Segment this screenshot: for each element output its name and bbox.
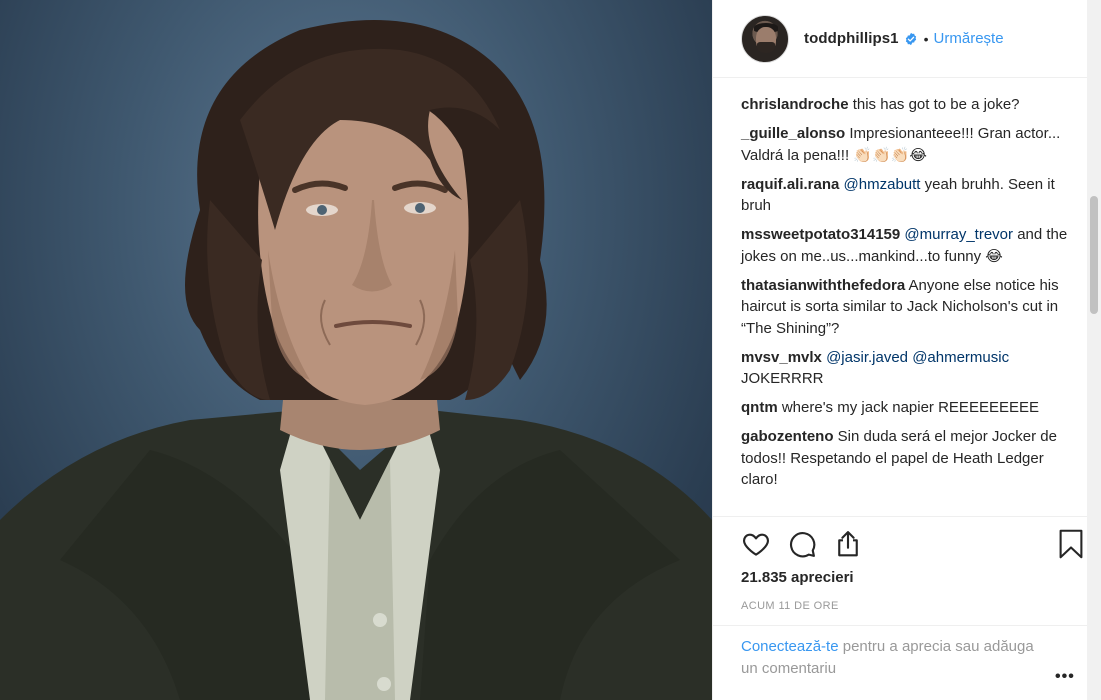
comment-username[interactable]: mssweetpotato314159 [741,226,900,243]
comment-mention[interactable]: @hmzabutt [844,176,921,193]
comment-item: chrislandroche this has got to be a joke… [741,94,1071,116]
comment-username[interactable]: mvsv_mvlx [741,349,822,366]
comment-button[interactable] [785,527,819,561]
comment-text: where's my jack napier REEEEEEEEE [781,399,1039,416]
actions-section: 21.835 aprecieri ACUM 11 DE ORE Conectea… [713,516,1101,700]
comment-item: _guille_alonso Impresionanteee!!! Gran a… [741,123,1071,166]
comment-item: gabozenteno Sin duda será el mejor Jocke… [741,426,1071,491]
comment-mention[interactable]: @ahmermusic [912,349,1009,366]
post-timestamp[interactable]: ACUM 11 DE ORE [741,600,839,612]
comment-item: mvsv_mvlx @jasir.javed @ahmermusic JOKER… [741,347,1071,390]
comment-username[interactable]: gabozenteno [741,428,834,445]
avatar[interactable] [741,14,789,63]
comment-item: qntm where's my jack napier REEEEEEEEE [741,397,1071,419]
post-side-panel: toddphillips1 • Urmărește chrislandroche… [712,0,1101,700]
comments-list: chrislandroche this has got to be a joke… [741,94,1071,498]
post-photo[interactable] [0,0,712,700]
comment-username[interactable]: raquif.ali.rana [741,176,839,193]
like-button[interactable] [739,527,773,561]
separator-dot: • [923,30,929,47]
more-options-icon[interactable]: ••• [1055,668,1075,686]
login-prompt: Conectează-te pentru a aprecia sau adăug… [713,625,1101,700]
comment-mention[interactable]: @murray_trevor [904,226,1013,243]
comment-username[interactable]: chrislandroche [741,96,849,113]
portrait-illustration [0,20,712,700]
comment-item: mssweetpotato314159 @murray_trevor and t… [741,224,1071,267]
share-icon [838,531,858,557]
save-button[interactable] [1054,527,1088,561]
comment-username[interactable]: qntm [741,399,778,416]
verified-badge-icon [905,32,916,45]
comment-username[interactable]: thatasianwiththefedora [741,277,905,294]
login-link[interactable]: Conectează-te [741,638,839,655]
post-header: toddphillips1 • Urmărește [713,0,1101,78]
comment-item: thatasianwiththefedora Anyone else notic… [741,275,1071,340]
comment-username[interactable]: _guille_alonso [741,125,845,142]
login-prompt-text: Conectează-te pentru a aprecia sau adăug… [741,636,1041,679]
share-button[interactable] [831,527,865,561]
comment-item: raquif.ali.rana @hmzabutt yeah bruhh. Se… [741,174,1071,217]
scrollbar-thumb[interactable] [1090,196,1098,314]
heart-icon [743,533,769,556]
comments-scrollbar[interactable] [1087,0,1101,700]
post-author-username[interactable]: toddphillips1 [804,30,899,47]
follow-button[interactable]: Urmărește [934,30,1004,47]
comment-text: JOKERRRR [741,370,824,387]
likes-count[interactable]: 21.835 aprecieri [741,569,854,586]
comment-mention[interactable]: @jasir.javed [826,349,908,366]
comment-bubble-icon [789,532,816,558]
comment-text: this has got to be a joke? [852,96,1020,113]
bookmark-icon [1059,529,1083,559]
